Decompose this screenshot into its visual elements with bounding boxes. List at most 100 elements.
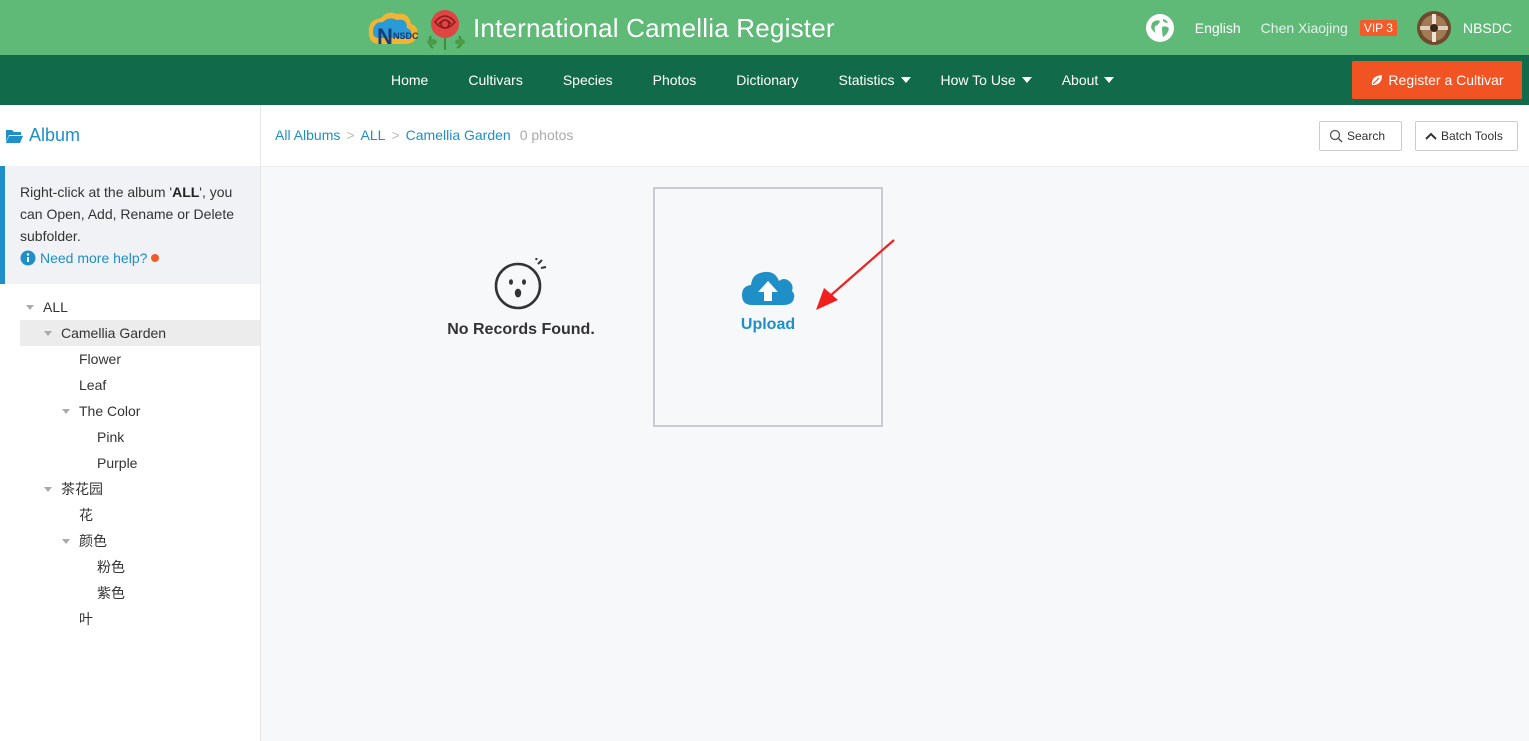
nav-label: Species xyxy=(562,72,613,88)
brand[interactable]: N NSDC International Camellia Register xyxy=(365,6,835,50)
nav-dictionary[interactable]: Dictionary xyxy=(716,55,818,105)
search-icon xyxy=(1329,129,1343,143)
info-icon xyxy=(20,250,36,266)
register-label: Register a Cultivar xyxy=(1388,72,1504,88)
breadcrumb-camellia-garden[interactable]: Camellia Garden xyxy=(406,127,511,143)
nav-cultivars[interactable]: Cultivars xyxy=(448,55,542,105)
svg-text:NSDC: NSDC xyxy=(393,31,419,41)
tree-item[interactable]: ALL xyxy=(20,294,260,320)
nav-label: Statistics xyxy=(838,72,895,88)
tree-item[interactable]: 叶 xyxy=(20,606,260,632)
tree-item-label: 花 xyxy=(79,507,93,523)
folder-open-icon xyxy=(6,129,23,143)
tree-expand-icon[interactable] xyxy=(44,487,52,492)
tree-expand-icon[interactable] xyxy=(62,409,70,414)
tree-item-label: 叶 xyxy=(79,611,93,627)
breadcrumb-all[interactable]: ALL xyxy=(361,127,386,143)
leaf-icon xyxy=(1372,75,1383,85)
batch-tools-label: Batch Tools xyxy=(1441,129,1503,143)
album-heading: Album xyxy=(5,125,80,146)
tree-item[interactable]: 颜色 xyxy=(20,528,260,554)
tree-item[interactable]: 花 xyxy=(20,502,260,528)
nsdc-logo-icon: N NSDC xyxy=(365,8,419,49)
tree-item[interactable]: Camellia Garden xyxy=(20,320,260,346)
breadcrumb-all-albums[interactable]: All Albums xyxy=(275,127,340,143)
tree-item[interactable]: Pink xyxy=(20,424,260,450)
tree-item[interactable]: The Color xyxy=(20,398,260,424)
album-tip: Right-click at the album 'ALL', you can … xyxy=(0,166,260,284)
nav-species[interactable]: Species xyxy=(543,55,633,105)
tip-part: Right-click at the album ' xyxy=(20,184,173,200)
breadcrumb: All Albums > ALL > Camellia Garden 0 pho… xyxy=(275,127,573,143)
tree-item[interactable]: Purple xyxy=(20,450,260,476)
batch-tools-button[interactable]: Batch Tools xyxy=(1415,121,1518,151)
tree-item[interactable]: 茶花园 xyxy=(20,476,260,502)
help-link-label: Need more help? xyxy=(40,250,148,266)
tip-text: Right-click at the album 'ALL', you can … xyxy=(20,181,250,247)
photo-count: 0 photos xyxy=(519,127,574,143)
tree-item-label: 颜色 xyxy=(79,533,107,549)
album-sidebar: Album Right-click at the album 'ALL', yo… xyxy=(0,105,261,741)
search-button[interactable]: Search xyxy=(1319,121,1402,151)
search-label: Search xyxy=(1347,129,1386,143)
tree-expand-icon[interactable] xyxy=(26,305,34,310)
tree-item-label: 紫色 xyxy=(97,585,125,601)
help-link[interactable]: Need more help? xyxy=(20,247,250,269)
empty-message: No Records Found. xyxy=(447,321,595,338)
tree-item[interactable]: 紫色 xyxy=(20,580,260,606)
toolbar: All Albums > ALL > Camellia Garden 0 pho… xyxy=(261,105,1529,167)
nav-how-to-use[interactable]: How To Use xyxy=(921,55,1042,105)
tree-item-label: Pink xyxy=(97,429,125,445)
nav-label: Photos xyxy=(652,72,697,88)
tree-item-label: 茶花园 xyxy=(61,481,103,497)
cloud-upload-icon xyxy=(742,271,795,305)
tree-item[interactable]: Flower xyxy=(20,346,260,372)
tree-item-label: Camellia Garden xyxy=(61,325,167,341)
tree-item-label: The Color xyxy=(79,403,141,419)
album-tree: ALL Camellia Garden Flower Leaf The Color Pin… xyxy=(20,294,260,632)
nav-label: Dictionary xyxy=(736,72,799,88)
user-area: English Chen Xiaojing VIP 3 NBSDC xyxy=(1145,0,1512,55)
caret-down-icon xyxy=(1104,77,1115,83)
nav-statistics[interactable]: Statistics xyxy=(818,55,920,105)
language-switch[interactable]: English xyxy=(1195,20,1241,36)
red-arrow-annotation xyxy=(816,239,895,310)
upload-label: Upload xyxy=(740,316,796,333)
tree-expand-icon[interactable] xyxy=(62,539,70,544)
org-name[interactable]: NBSDC xyxy=(1463,20,1512,36)
svg-text:N: N xyxy=(377,24,393,48)
nav-label: How To Use xyxy=(940,72,1016,88)
tree-expand-icon[interactable] xyxy=(44,331,52,336)
top-header: N NSDC International Camellia Register E… xyxy=(0,0,1529,55)
nav-label: Home xyxy=(391,72,429,88)
main-nav-bar: Home Cultivars Species Photos Dictionary… xyxy=(0,55,1529,105)
nav-label: Cultivars xyxy=(468,72,523,88)
tree-item-label: ALL xyxy=(43,299,68,315)
tree-item[interactable]: Leaf xyxy=(20,372,260,398)
breadcrumb-separator: > xyxy=(391,127,400,143)
caret-down-icon xyxy=(900,77,911,83)
breadcrumb-separator: > xyxy=(346,127,355,143)
album-title: Album xyxy=(29,125,81,145)
camellia-rose-logo-icon xyxy=(423,6,469,50)
nav-about[interactable]: About xyxy=(1042,55,1125,105)
tree-item-label: Flower xyxy=(79,351,122,367)
nav-home[interactable]: Home xyxy=(371,55,448,105)
register-cultivar-button[interactable]: Register a Cultivar xyxy=(1352,61,1522,99)
notification-dot xyxy=(151,254,160,262)
tree-item[interactable]: 粉色 xyxy=(20,554,260,580)
vip-badge: VIP 3 xyxy=(1359,19,1397,36)
avatar[interactable] xyxy=(1416,10,1451,45)
main-content: All Albums > ALL > Camellia Garden 0 pho… xyxy=(261,105,1529,741)
main-nav: Home Cultivars Species Photos Dictionary… xyxy=(371,55,1124,105)
tree-item-label: Leaf xyxy=(79,377,107,393)
tip-strong: ALL xyxy=(172,184,200,200)
globe-icon[interactable] xyxy=(1145,13,1175,43)
caret-down-icon xyxy=(1021,77,1032,83)
nav-photos[interactable]: Photos xyxy=(633,55,717,105)
site-title: International Camellia Register xyxy=(473,12,835,43)
nav-label: About xyxy=(1061,72,1099,88)
user-name[interactable]: Chen Xiaojing xyxy=(1261,20,1348,36)
empty-state: No Records Found. xyxy=(431,256,611,339)
tree-item-label: Purple xyxy=(97,455,138,471)
